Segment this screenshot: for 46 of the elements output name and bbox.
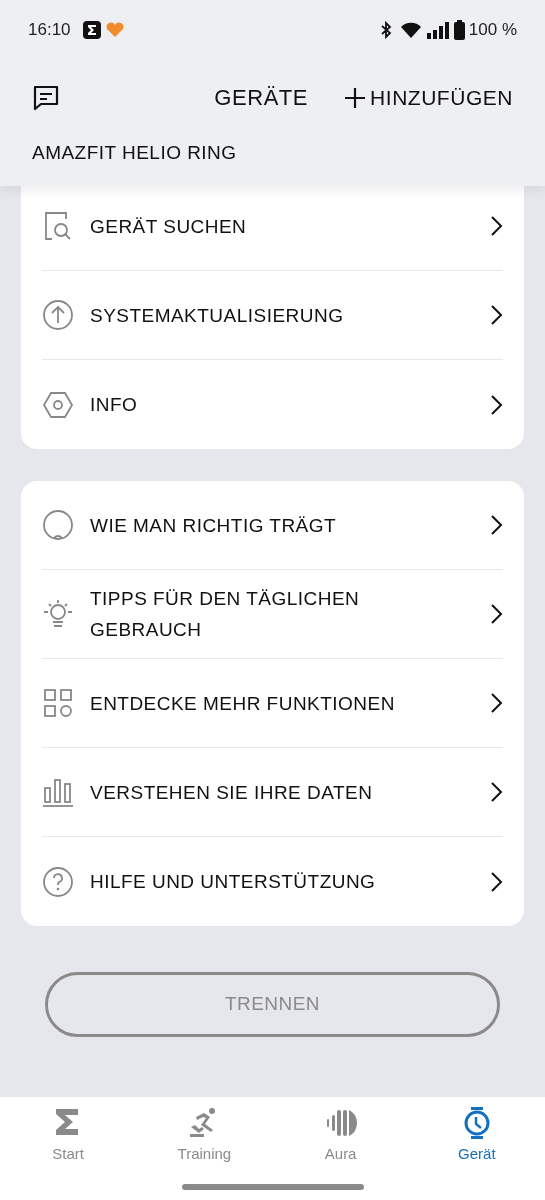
menu-item-label: INFO	[90, 393, 139, 417]
chevron-right-icon	[491, 515, 503, 535]
nav-tab[interactable]: Gerät	[408, 1107, 545, 1166]
menu-item[interactable]: WIE MAN RICHTIG TRÄGT	[42, 481, 503, 570]
menu-item[interactable]: TIPPS FÜR DEN TÄGLICHEN GEBRAUCH	[42, 570, 503, 659]
sound-wave-icon	[324, 1107, 357, 1139]
help-icon	[42, 865, 74, 898]
menu-item-label: WIE MAN RICHTIG TRÄGT	[90, 513, 338, 538]
add-button[interactable]: HINZUFÜGEN	[344, 81, 513, 114]
menu-item[interactable]: VERSTEHEN SIE IHRE DATEN	[42, 748, 503, 837]
menu-item[interactable]: SYSTEMAKTUALISIERUNG	[42, 271, 503, 360]
chevron-right-icon	[491, 693, 503, 713]
menu-item-label: TIPPS FÜR DEN TÄGLICHEN GEBRAUCH	[90, 587, 361, 642]
menu-item[interactable]: INFO	[42, 360, 503, 449]
nav-tab[interactable]: Start	[0, 1107, 137, 1166]
menu-item[interactable]: HILFE UND UNTERSTÜTZUNG	[42, 837, 503, 926]
menu-item-label: SYSTEMAKTUALISIERUNG	[90, 303, 345, 328]
battery-icon	[453, 20, 465, 40]
bar-chart-icon	[42, 776, 74, 808]
chevron-right-icon	[491, 782, 503, 802]
device-name: AMAZFIT HELIO RING	[32, 142, 237, 163]
clock-time: 16:10	[28, 19, 71, 42]
ring-icon	[42, 509, 74, 541]
page-title: GERÄTE	[214, 84, 309, 112]
menu-item[interactable]: ENTDECKE MEHR FUNKTIONEN	[42, 659, 503, 748]
sigma-app-icon	[82, 21, 101, 39]
chevron-right-icon	[491, 871, 503, 892]
message-icon[interactable]	[32, 83, 60, 112]
battery-percentage: 100 %	[468, 19, 517, 42]
signal-icon	[425, 21, 450, 39]
chevron-right-icon	[491, 216, 503, 236]
wifi-icon	[399, 21, 422, 39]
menu-item-label: HILFE UND UNTERSTÜTZUNG	[90, 870, 377, 894]
chevron-right-icon	[491, 394, 503, 415]
menu-item[interactable]: GERÄT SUCHEN	[42, 182, 503, 271]
apps-icon	[42, 687, 74, 719]
chevron-right-icon	[491, 604, 503, 624]
menu-item-label: GERÄT SUCHEN	[90, 214, 248, 239]
upload-icon	[42, 299, 74, 331]
chevron-right-icon	[491, 305, 503, 325]
nav-tab[interactable]: Training	[136, 1107, 273, 1166]
menu-item-label: ENTDECKE MEHR FUNKTIONEN	[90, 691, 396, 716]
plus-icon	[344, 86, 367, 109]
light-bulb-icon	[42, 598, 74, 630]
heart-icon	[104, 22, 125, 38]
menu-item-label: VERSTEHEN SIE IHRE DATEN	[90, 780, 374, 805]
